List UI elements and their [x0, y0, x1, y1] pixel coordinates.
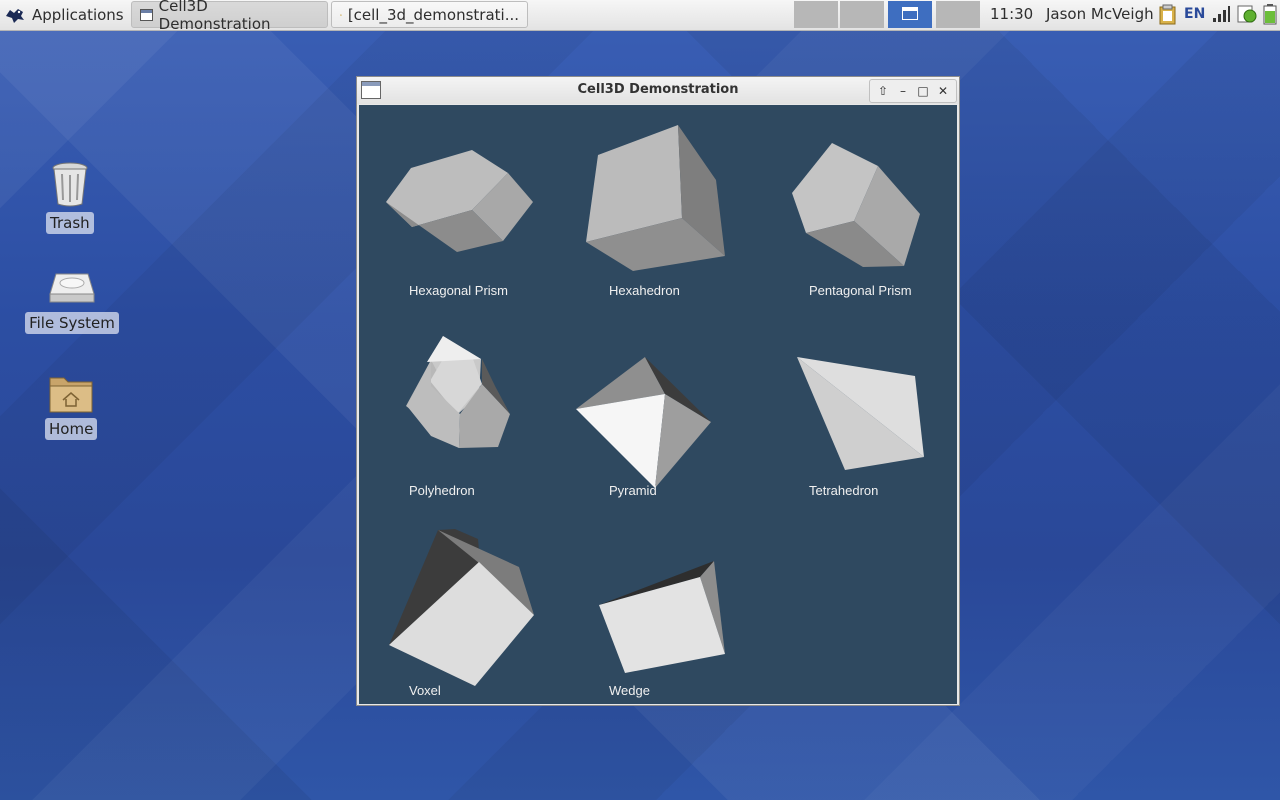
xfce-logo-icon: [6, 9, 24, 23]
trash-icon: [52, 162, 88, 207]
tetrahedron-shape: [797, 357, 924, 470]
taskbar-item-label: [cell_3d_demonstrati...: [347, 5, 519, 24]
desktop-icon-label: File System: [25, 312, 119, 334]
voxel-shape: [389, 529, 534, 686]
workspace-1[interactable]: [794, 1, 838, 28]
cell3d-window: Cell3D Demonstration ⇧ – □ ✕ Hexagonal P…: [356, 76, 960, 706]
desktop-icon-home[interactable]: Home: [45, 372, 98, 440]
workspace-3[interactable]: [888, 1, 932, 28]
keyboard-layout-indicator[interactable]: EN: [1184, 6, 1205, 22]
clock[interactable]: 11:30: [990, 5, 1033, 23]
battery-icon[interactable]: [1263, 3, 1277, 25]
window-icon: [140, 8, 153, 21]
drive-icon: [49, 273, 95, 303]
window-thumbnail-icon: [902, 7, 918, 20]
user-menu[interactable]: Jason McVeigh: [1046, 5, 1154, 23]
taskbar-item-terminal[interactable]: [cell_3d_demonstrati...: [331, 1, 528, 28]
maximize-icon[interactable]: □: [914, 80, 932, 102]
polyhedron-shape: [406, 336, 510, 448]
cell-label-hexahedron: Hexahedron: [609, 283, 680, 298]
top-panel: Applications Cell3D Demonstration [cell_…: [0, 0, 1280, 33]
shade-icon[interactable]: ⇧: [874, 80, 892, 102]
render-view[interactable]: Hexagonal Prism Hexahedron Pentagonal Pr…: [359, 105, 957, 704]
cell-label-pentagonal-prism: Pentagonal Prism: [809, 283, 912, 298]
desktop-icon-label: Trash: [46, 212, 94, 234]
wedge-shape: [599, 561, 725, 673]
crown-app-icon: [340, 13, 342, 16]
cell-label-wedge: Wedge: [609, 683, 650, 698]
minimize-icon[interactable]: –: [894, 80, 912, 102]
network-signal-icon[interactable]: [1211, 4, 1231, 24]
workspace-2[interactable]: [840, 1, 884, 28]
taskbar-item-cell3d[interactable]: Cell3D Demonstration: [131, 0, 328, 33]
cell-label-polyhedron: Polyhedron: [409, 483, 475, 498]
applications-menu[interactable]: Applications: [4, 3, 124, 27]
window-controls: ⇧ – □ ✕: [869, 79, 957, 103]
cell-label-tetrahedron: Tetrahedron: [809, 483, 879, 498]
cell-label-hexagonal-prism: Hexagonal Prism: [409, 283, 508, 298]
taskbar-item-label: Cell3D Demonstration: [158, 0, 271, 33]
desktop-icon-label: Home: [45, 418, 98, 440]
home-folder-icon: [49, 377, 93, 413]
workspace-4[interactable]: [936, 1, 980, 28]
cell-shapes: [386, 125, 924, 686]
clipboard-icon[interactable]: [1158, 3, 1178, 25]
hexahedron-shape: [586, 125, 725, 271]
system-tray: EN: [1158, 3, 1277, 25]
cell-label-pyramid: Pyramid: [609, 483, 657, 498]
window-titlebar[interactable]: Cell3D Demonstration ⇧ – □ ✕: [357, 77, 959, 104]
applications-label: Applications: [32, 6, 124, 24]
updates-icon[interactable]: [1237, 3, 1257, 25]
pentagonal-prism-shape: [792, 143, 920, 267]
pyramid-shape: [576, 357, 711, 488]
close-icon[interactable]: ✕: [934, 80, 952, 102]
desktop-icon-trash[interactable]: Trash: [46, 160, 94, 234]
cell-label-voxel: Voxel: [409, 683, 441, 698]
hexagonal-prism-shape: [386, 150, 533, 252]
desktop-icon-file-system[interactable]: File System: [25, 268, 119, 334]
